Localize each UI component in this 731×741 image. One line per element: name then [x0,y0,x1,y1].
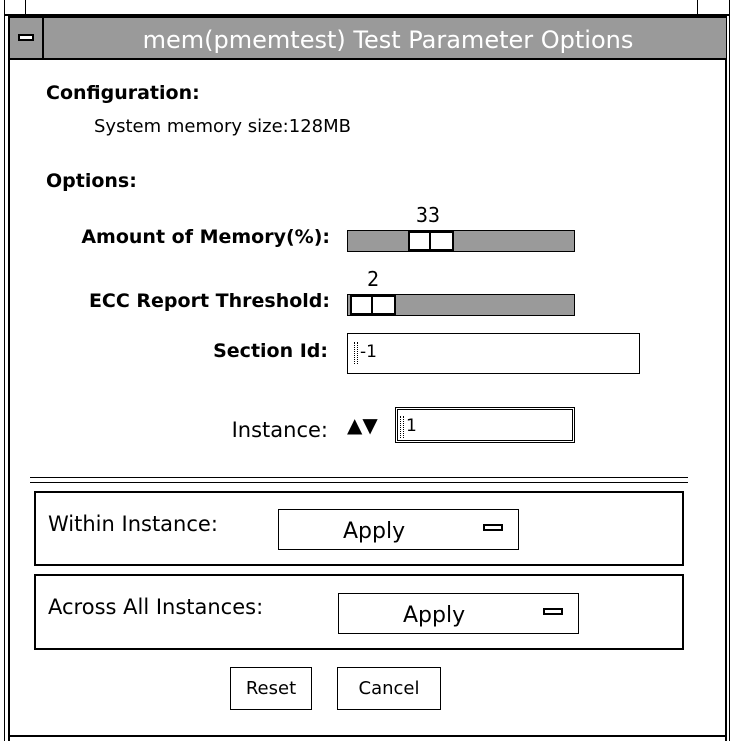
window-title: mem(pmemtest) Test Parameter Options [142,26,634,54]
within-instance-menu-value: Apply [343,519,406,544]
window-corner-tick-right [697,0,698,14]
instance-spinner[interactable]: ▲▼ 1 [347,407,575,443]
window-frame-right-outer [729,0,730,741]
window-menu-icon [18,34,34,41]
instance-label: Instance: [231,418,328,442]
cancel-button[interactable]: Cancel [337,667,441,710]
separator-top [30,477,688,478]
text-cursor [354,342,358,364]
section-id-input[interactable]: -1 [347,333,640,374]
window-frame-left [8,14,10,741]
amount-of-memory-label: Amount of Memory(%): [81,226,330,248]
across-all-instances-menu-value: Apply [403,603,466,628]
within-instance-apply-menu[interactable]: Apply [278,509,519,550]
text-cursor [400,416,404,438]
option-menu-indicator-icon [483,524,503,531]
within-instance-label: Within Instance: [48,512,218,536]
up-down-arrows-icon[interactable]: ▲▼ [347,411,378,439]
amount-of-memory-slider[interactable] [347,230,575,252]
configuration-heading: Configuration: [46,82,200,104]
reset-button[interactable]: Reset [230,667,312,710]
across-all-instances-apply-menu[interactable]: Apply [338,593,579,634]
ecc-report-threshold-value: 2 [367,267,380,291]
amount-of-memory-slider-thumb[interactable] [408,231,454,251]
option-menu-indicator-icon [543,608,563,615]
across-all-instances-group: Across All Instances: Apply [34,574,684,650]
instance-input[interactable]: 1 [395,407,575,443]
window-frame-left-outer [4,0,5,741]
section-id-label: Section Id: [213,340,328,362]
ecc-report-threshold-slider[interactable] [347,294,575,316]
window-menu-button[interactable] [10,18,44,58]
within-instance-group: Within Instance: Apply [34,491,684,566]
system-memory-size: System memory size:128MB [94,116,351,137]
section-id-value: -1 [360,342,377,362]
window-frame-bottom [8,735,727,737]
ecc-report-threshold-slider-thumb[interactable] [350,295,396,315]
separator-bottom [30,482,688,483]
options-heading: Options: [46,170,137,192]
instance-value: 1 [406,416,417,436]
window-frame-right [725,14,727,741]
window-corner-tick-left [25,0,26,14]
ecc-report-threshold-label: ECC Report Threshold: [88,290,330,312]
across-all-instances-label: Across All Instances: [48,595,264,619]
amount-of-memory-value: 33 [416,203,441,227]
title-bar[interactable]: mem(pmemtest) Test Parameter Options [10,16,726,60]
